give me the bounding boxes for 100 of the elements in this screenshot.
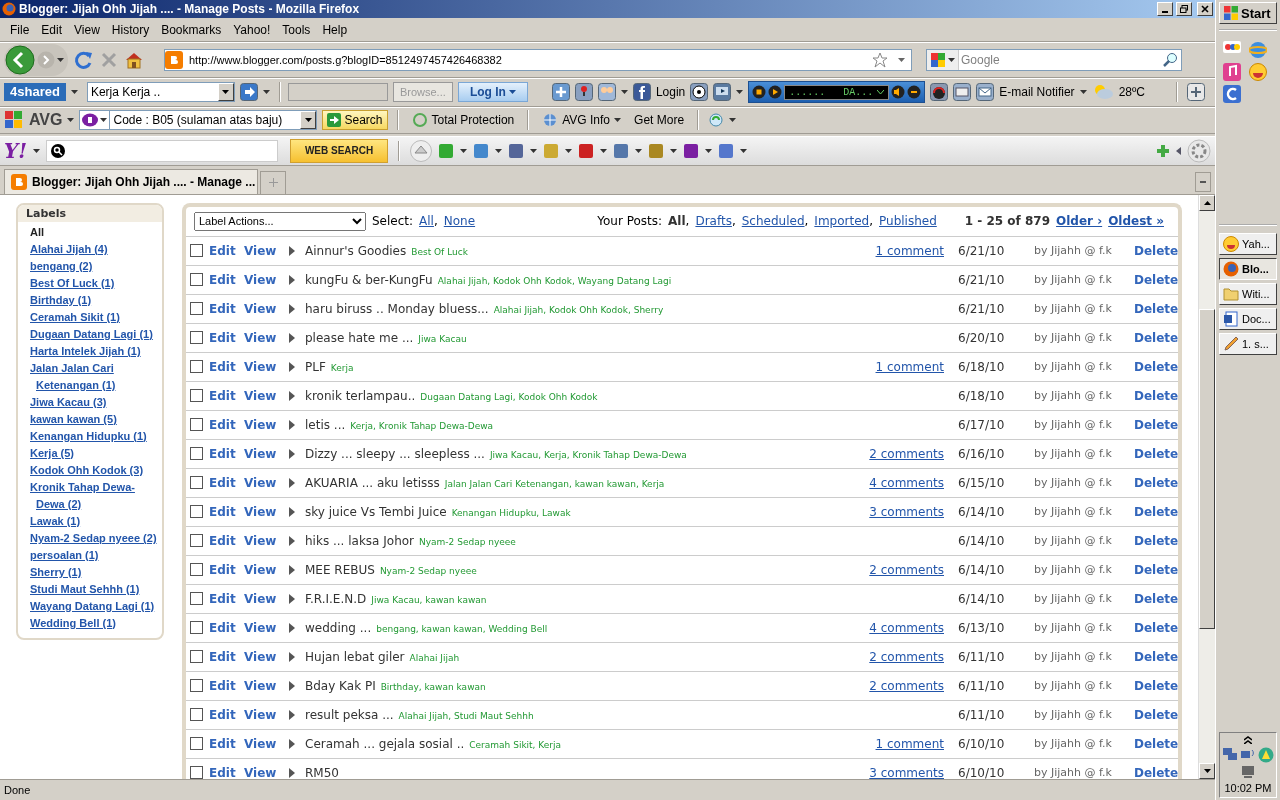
expand-arrow-icon[interactable] bbox=[289, 448, 295, 459]
comments-link[interactable]: 4 comments bbox=[869, 620, 944, 635]
scrollbar-thumb[interactable] bbox=[1199, 308, 1215, 629]
comments-link[interactable]: 1 comment bbox=[875, 736, 944, 751]
view-link[interactable]: View bbox=[244, 678, 289, 693]
start-button[interactable]: Start bbox=[1219, 2, 1277, 24]
view-link[interactable]: View bbox=[244, 591, 289, 606]
music-icon[interactable] bbox=[1223, 63, 1241, 81]
label-item[interactable]: All bbox=[20, 223, 45, 241]
delete-link[interactable]: Delete bbox=[1134, 533, 1178, 548]
delete-link[interactable]: Delete bbox=[1134, 475, 1178, 490]
edit-link[interactable]: Edit bbox=[209, 417, 244, 432]
caret-icon[interactable] bbox=[1079, 90, 1087, 95]
checkbox[interactable] bbox=[190, 766, 203, 780]
delete-link[interactable]: Delete bbox=[1134, 707, 1178, 722]
comments-link[interactable]: 2 comments bbox=[869, 562, 944, 577]
pager-link[interactable]: Oldest » bbox=[1108, 214, 1164, 229]
caret-icon[interactable] bbox=[1176, 146, 1181, 155]
task-button[interactable]: Doc... bbox=[1219, 308, 1277, 330]
reload-icon[interactable] bbox=[74, 49, 94, 70]
expand-arrow-icon[interactable] bbox=[289, 622, 295, 633]
expand-arrow-icon[interactable] bbox=[289, 709, 295, 720]
filter-link[interactable]: Published bbox=[879, 214, 937, 229]
delete-link[interactable]: Delete bbox=[1134, 562, 1178, 577]
expand-arrow-icon[interactable] bbox=[289, 303, 295, 314]
network-icon[interactable] bbox=[1222, 747, 1238, 761]
delete-link[interactable]: Delete bbox=[1134, 272, 1178, 287]
smiley-icon[interactable] bbox=[1249, 63, 1267, 81]
minimize-button[interactable] bbox=[1157, 2, 1173, 16]
comments-link[interactable]: 1 comment bbox=[875, 243, 944, 258]
edit-link[interactable]: Edit bbox=[209, 620, 244, 635]
edit-link[interactable]: Edit bbox=[209, 562, 244, 577]
expand-arrow-icon[interactable] bbox=[289, 332, 295, 343]
task-button[interactable]: Witi... bbox=[1219, 283, 1277, 305]
search-dropdown[interactable]: Code : B05 (sulaman atas baju) bbox=[109, 110, 318, 131]
browser-tab[interactable]: Blogger: Jijah Ohh Jijah .... - Manage ... bbox=[4, 168, 258, 194]
checkbox[interactable] bbox=[190, 447, 203, 461]
checkbox[interactable] bbox=[190, 360, 203, 374]
caret-icon[interactable] bbox=[67, 118, 75, 123]
edit-link[interactable]: Edit bbox=[209, 504, 244, 519]
facebook-icon[interactable] bbox=[632, 83, 651, 102]
caret-icon[interactable] bbox=[100, 118, 108, 123]
comments-link[interactable]: 3 comments bbox=[869, 765, 944, 780]
checkbox[interactable] bbox=[190, 592, 203, 606]
gauge-icon[interactable] bbox=[930, 83, 949, 102]
checkbox[interactable] bbox=[190, 476, 203, 490]
address-field[interactable]: http://www.blogger.com/posts.g?blogID=8512497457426468382 bbox=[164, 48, 912, 71]
caret-icon[interactable] bbox=[70, 90, 78, 95]
caret-icon[interactable] bbox=[620, 90, 628, 95]
edit-link[interactable]: Edit bbox=[209, 765, 244, 780]
stop-icon[interactable] bbox=[752, 85, 767, 100]
search-icon[interactable] bbox=[1162, 51, 1178, 68]
folder-dropdown[interactable]: Kerja Kerja .. bbox=[86, 82, 235, 103]
expand-arrow-icon[interactable] bbox=[289, 651, 295, 662]
checkbox[interactable] bbox=[190, 273, 203, 287]
menu-item[interactable]: Edit bbox=[35, 21, 69, 40]
caret-icon[interactable] bbox=[600, 148, 608, 153]
delete-link[interactable]: Delete bbox=[1134, 446, 1178, 461]
checkbox[interactable] bbox=[190, 389, 203, 403]
plus-icon[interactable] bbox=[551, 83, 570, 102]
checkbox[interactable] bbox=[190, 244, 203, 258]
label-actions-dropdown[interactable]: Label Actions... bbox=[194, 211, 366, 231]
view-link[interactable]: View bbox=[244, 562, 289, 577]
plus-icon[interactable] bbox=[1156, 143, 1170, 158]
minus-icon[interactable] bbox=[907, 85, 922, 100]
label-link[interactable]: persoalan (1) bbox=[20, 546, 99, 564]
checkbox[interactable] bbox=[190, 505, 203, 519]
comments-link[interactable]: 2 comments bbox=[869, 446, 944, 461]
expand-arrow-icon[interactable] bbox=[289, 564, 295, 575]
checkbox[interactable] bbox=[190, 679, 203, 693]
edit-link[interactable]: Edit bbox=[209, 388, 244, 403]
delete-link[interactable]: Delete bbox=[1134, 736, 1178, 751]
expand-arrow-icon[interactable] bbox=[289, 506, 295, 517]
label-link[interactable]: kawan kawan (5) bbox=[20, 410, 117, 428]
toolbar-item[interactable]: Get More bbox=[630, 113, 689, 128]
delete-link[interactable]: Delete bbox=[1134, 359, 1178, 374]
expand-arrow-icon[interactable] bbox=[289, 767, 295, 778]
checkbox[interactable] bbox=[190, 418, 203, 432]
expand-arrow-icon[interactable] bbox=[289, 680, 295, 691]
menu-item[interactable]: Yahoo! bbox=[227, 21, 277, 40]
label-link[interactable]: Lawak (1) bbox=[20, 512, 81, 530]
pager-link[interactable]: Older › bbox=[1056, 214, 1103, 229]
view-link[interactable]: View bbox=[244, 330, 289, 345]
label-link[interactable]: Kenangan Hidupku (1) bbox=[20, 427, 147, 445]
people-icon[interactable] bbox=[597, 83, 616, 102]
label-link[interactable]: Harta Intelek Jijah (1) bbox=[20, 342, 141, 360]
comments-link[interactable]: 4 comments bbox=[869, 475, 944, 490]
label-link[interactable]: Kerja (5) bbox=[20, 444, 75, 462]
checkbox[interactable] bbox=[190, 650, 203, 664]
view-link[interactable]: View bbox=[244, 765, 289, 780]
menu-item[interactable]: View bbox=[68, 21, 106, 40]
search-button[interactable]: Search bbox=[322, 110, 388, 131]
login-link[interactable]: Login bbox=[655, 85, 686, 100]
menu-item[interactable]: Bookmarks bbox=[155, 21, 228, 40]
view-link[interactable]: View bbox=[244, 649, 289, 664]
edit-link[interactable]: Edit bbox=[209, 446, 244, 461]
speaker-icon[interactable] bbox=[891, 85, 906, 100]
expand-arrow-icon[interactable] bbox=[289, 245, 295, 256]
delete-link[interactable]: Delete bbox=[1134, 388, 1178, 403]
caret-icon[interactable] bbox=[33, 148, 41, 153]
